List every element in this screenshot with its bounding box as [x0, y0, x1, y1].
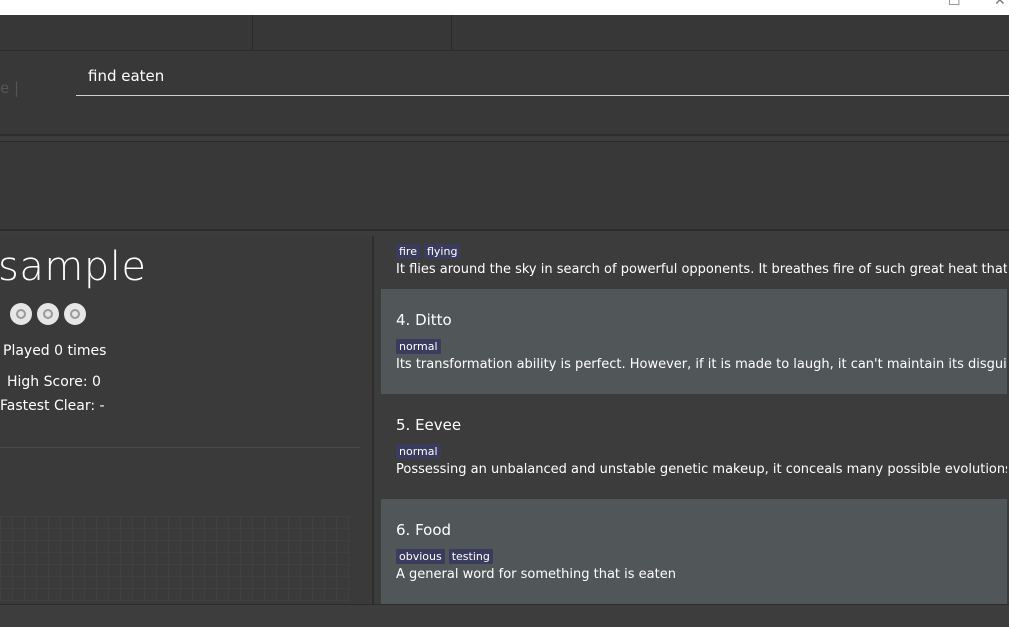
card-tags: normal: [396, 440, 445, 459]
played-count: Played 0 times: [3, 343, 107, 359]
tag: fire: [396, 244, 420, 259]
result-display: [0, 141, 1009, 231]
close-icon[interactable]: ✕: [994, 0, 1006, 8]
card-description: A general word for something that is eat…: [396, 567, 676, 582]
card-tags: fire flying: [396, 240, 464, 259]
deck-title: sample: [0, 244, 147, 290]
fastest-clear: Fastest Clear: -: [0, 398, 105, 414]
grid-background: [0, 516, 350, 601]
card-title: 5. Eevee: [396, 416, 462, 434]
status-bar: [0, 604, 1009, 627]
high-score: High Score: 0: [7, 374, 101, 390]
command-prompt-hint: e |: [0, 79, 20, 97]
list-item[interactable]: 5. Eevee normal Possessing an unbalanced…: [381, 394, 1007, 499]
card-tags: normal: [396, 335, 445, 354]
card-description: Its transformation ability is perfect. H…: [396, 357, 1007, 372]
card-title: 4. Ditto: [396, 311, 452, 329]
card-tags: obvious testing: [396, 545, 497, 564]
card-description: It flies around the sky in search of pow…: [396, 262, 1007, 277]
water-type-icon: [37, 303, 59, 325]
menu-divider: [451, 15, 452, 50]
card-title: 6. Food: [396, 521, 452, 539]
command-input-text[interactable]: find eaten: [88, 67, 164, 85]
tag: testing: [448, 549, 493, 564]
card-list[interactable]: fire flying It flies around the sky in se…: [381, 236, 1007, 604]
maximize-icon[interactable]: ☐: [948, 0, 961, 8]
grass-type-icon: [10, 303, 32, 325]
tag: normal: [396, 339, 441, 354]
fire-type-icon: [64, 303, 86, 325]
tag: normal: [396, 444, 441, 459]
tag: obvious: [396, 549, 445, 564]
tag: flying: [423, 244, 461, 259]
deck-badges: [10, 303, 91, 329]
list-item[interactable]: 6. Food obvious testing A general word fo…: [381, 499, 1007, 604]
list-item[interactable]: 4. Ditto normal Its transformation abili…: [381, 289, 1007, 394]
menu-bar: [0, 15, 1009, 51]
title-bar: ☐ ✕: [0, 0, 1009, 15]
command-input[interactable]: find eaten: [76, 61, 1009, 96]
deck-panel: sample Played 0 times High Score: 0 Fast…: [0, 236, 374, 604]
card-description: Possessing an unbalanced and unstable ge…: [396, 462, 1007, 477]
menu-divider: [252, 15, 253, 50]
deck-divider: [0, 447, 360, 448]
